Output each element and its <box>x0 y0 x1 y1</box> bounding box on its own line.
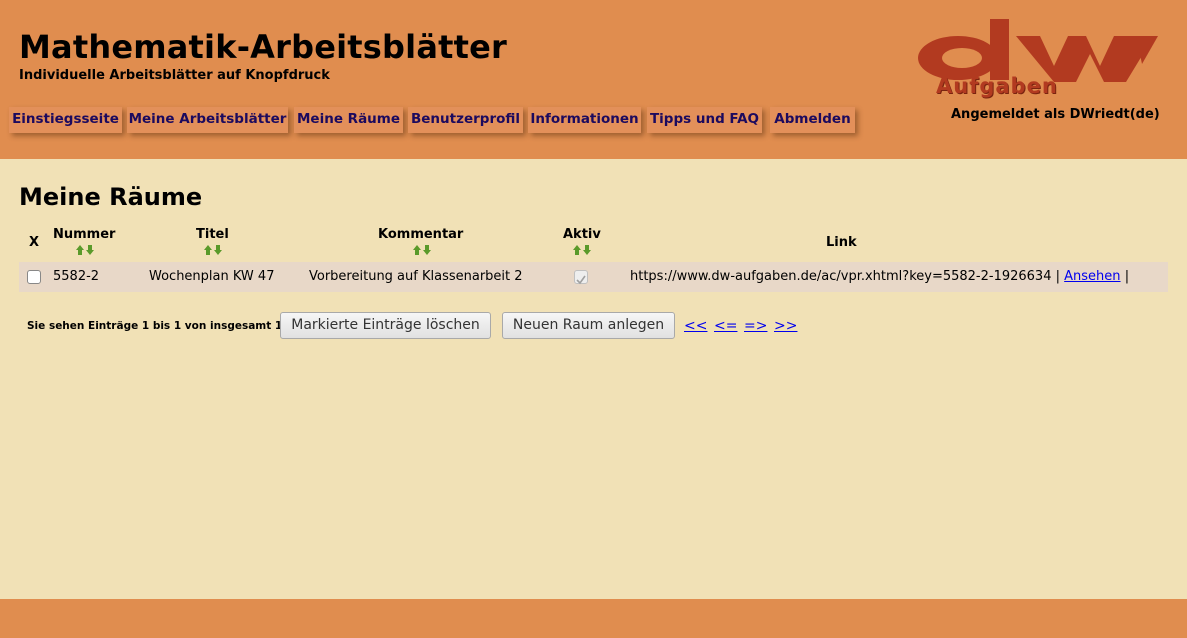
view-link[interactable]: Ansehen <box>1064 269 1120 284</box>
column-header-aktiv[interactable]: Aktiv <box>563 227 601 242</box>
pager-first-link[interactable]: << <box>684 318 707 334</box>
site-subtitle: Individuelle Arbeitsblätter auf Knopfdru… <box>19 68 330 83</box>
row-aktiv-checkbox <box>574 270 588 285</box>
new-room-button[interactable]: Neuen Raum anlegen <box>502 312 675 339</box>
row-link-url: https://www.dw-aufgaben.de/ac/vpr.xhtml?… <box>630 269 1052 284</box>
page-title: Meine Räume <box>19 183 203 211</box>
sort-arrows-icon[interactable] <box>204 245 222 255</box>
nav-item-einstiegsseite[interactable]: Einstiegsseite <box>9 107 122 133</box>
column-header-kommentar[interactable]: Kommentar <box>378 227 463 242</box>
nav-item-informationen[interactable]: Informationen <box>528 107 641 133</box>
table-row: 5582-2 Wochenplan KW 47 Vorbereitung auf… <box>19 262 1168 292</box>
row-nummer: 5582-2 <box>53 269 100 284</box>
row-select-checkbox[interactable] <box>27 270 41 284</box>
row-kommentar: Vorbereitung auf Klassenarbeit 2 <box>309 269 523 284</box>
column-header-nummer[interactable]: Nummer <box>53 227 115 242</box>
pager-prev-link[interactable]: <= <box>714 318 737 334</box>
nav-item-tipps-und-faq[interactable]: Tipps und FAQ <box>647 107 762 133</box>
row-link-separator-end: | <box>1124 269 1130 284</box>
nav-item-benutzerprofil[interactable]: Benutzerprofil <box>408 107 523 133</box>
column-header-titel[interactable]: Titel <box>196 227 229 242</box>
nav-item-meine-raeume[interactable]: Meine Räume <box>294 107 403 133</box>
logo-text: Aufgaben <box>936 74 1058 98</box>
column-header-link: Link <box>826 235 857 250</box>
column-header-x: X <box>29 235 40 250</box>
pager-next-link[interactable]: => <box>744 318 767 334</box>
sort-arrows-icon[interactable] <box>413 245 431 255</box>
nav-item-abmelden[interactable]: Abmelden <box>770 107 855 133</box>
delete-selected-button[interactable]: Markierte Einträge löschen <box>280 312 491 339</box>
site-title: Mathematik-Arbeitsblätter <box>19 28 507 66</box>
pager-last-link[interactable]: >> <box>774 318 797 334</box>
login-status: Angemeldet als DWriedt(de) <box>951 107 1160 122</box>
dw-logo[interactable]: Aufgaben <box>910 16 1162 98</box>
row-link: https://www.dw-aufgaben.de/ac/vpr.xhtml?… <box>630 269 1129 284</box>
row-link-separator: | <box>1055 269 1061 284</box>
header: Mathematik-Arbeitsblätter Individuelle A… <box>0 0 1187 159</box>
check-icon <box>576 275 586 285</box>
row-titel: Wochenplan KW 47 <box>149 269 275 284</box>
pager-info: Sie sehen Einträge 1 bis 1 von insgesamt… <box>27 320 287 332</box>
nav-item-meine-arbeitsblaetter[interactable]: Meine Arbeitsblätter <box>127 107 288 133</box>
sort-arrows-icon[interactable] <box>573 245 591 255</box>
sort-arrows-icon[interactable] <box>76 245 94 255</box>
footer <box>0 599 1187 638</box>
